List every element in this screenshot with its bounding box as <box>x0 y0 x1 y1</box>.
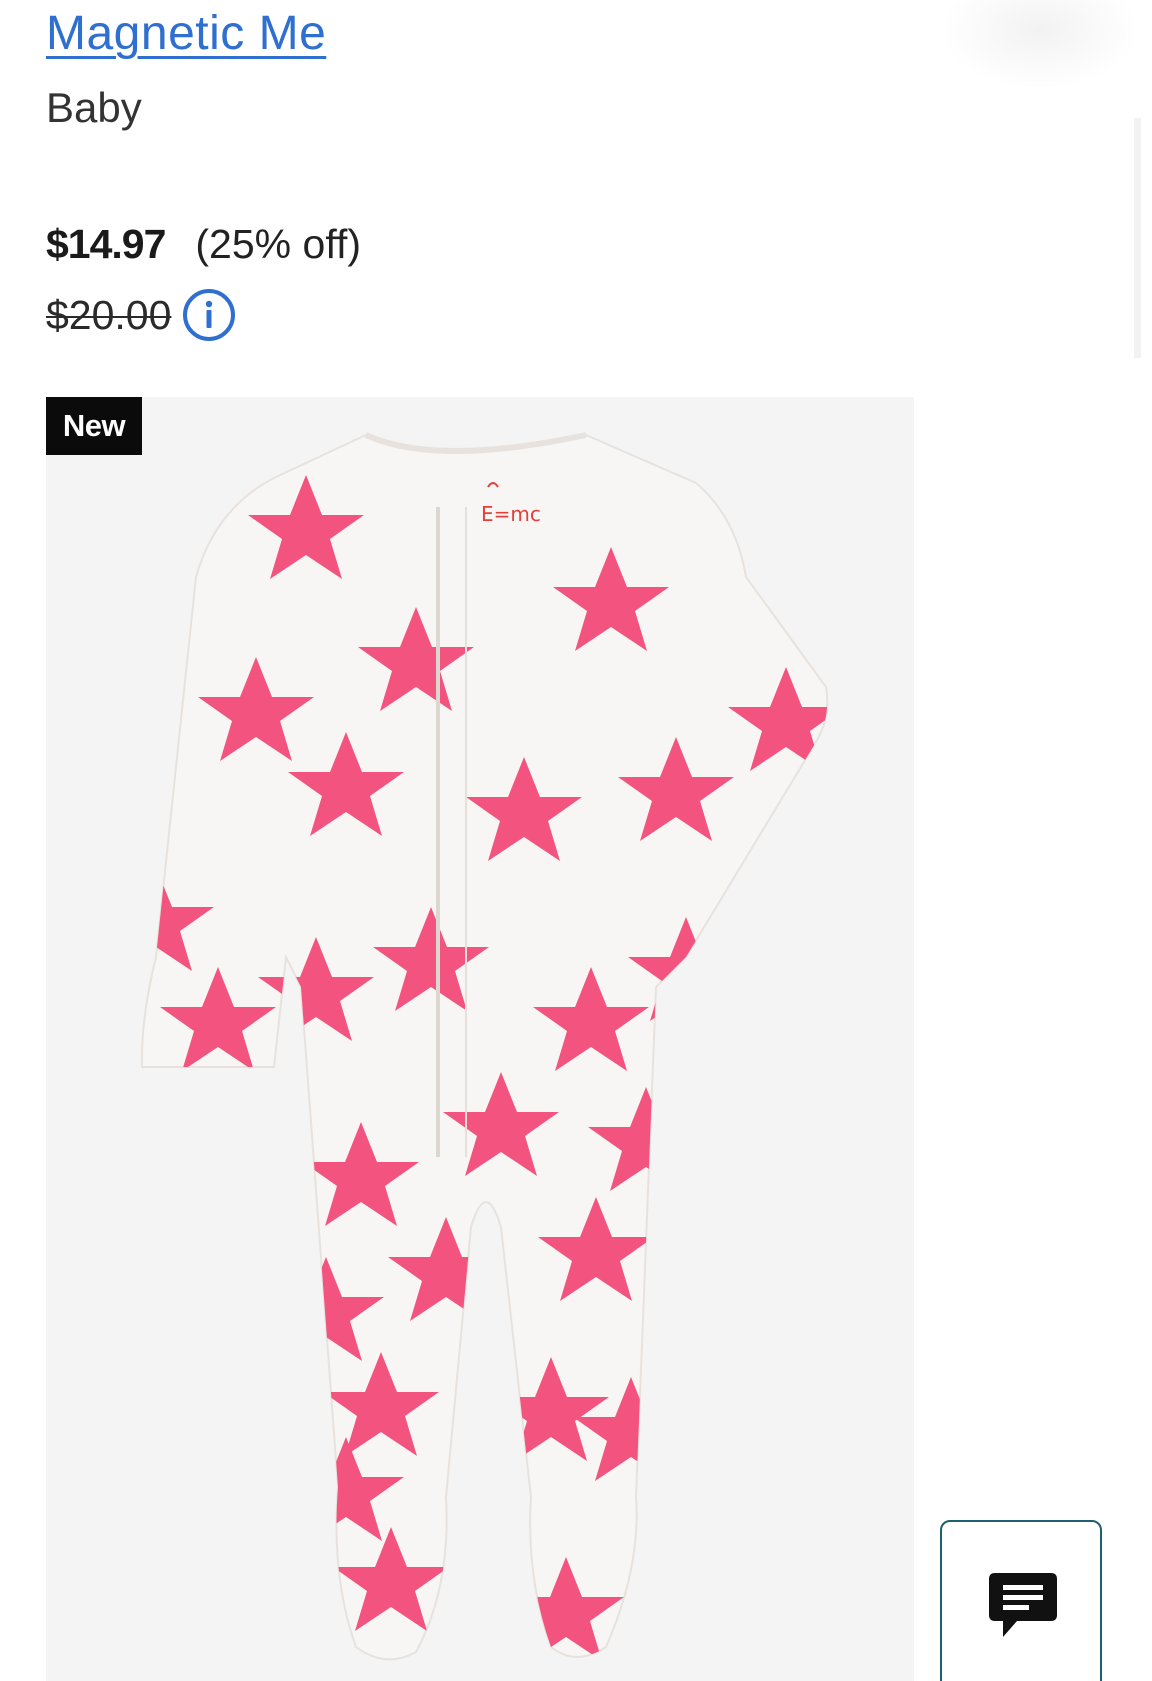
price-row: $14.97 (25% off) <box>46 218 361 270</box>
product-page: Magnetic Me Baby $14.97 (25% off) $20.00 <box>0 0 1152 1681</box>
sale-price: $14.97 <box>46 221 166 267</box>
discount-label: (25% off) <box>195 221 362 267</box>
adjacent-card-edge <box>1134 118 1141 358</box>
original-price-row: $20.00 <box>46 285 237 345</box>
original-price: $20.00 <box>46 291 172 338</box>
chat-button[interactable] <box>940 1520 1102 1681</box>
product-image-container[interactable]: E=mc <box>46 397 914 1681</box>
info-icon[interactable] <box>181 287 237 343</box>
garment-logo: E=mc <box>481 502 541 526</box>
top-shadow-decoration <box>940 0 1140 90</box>
new-badge: New <box>46 397 142 455</box>
chat-icon <box>989 1573 1057 1637</box>
product-category: Baby <box>46 84 142 131</box>
product-image: E=mc <box>46 397 914 1681</box>
brand-link[interactable]: Magnetic Me <box>46 6 326 62</box>
